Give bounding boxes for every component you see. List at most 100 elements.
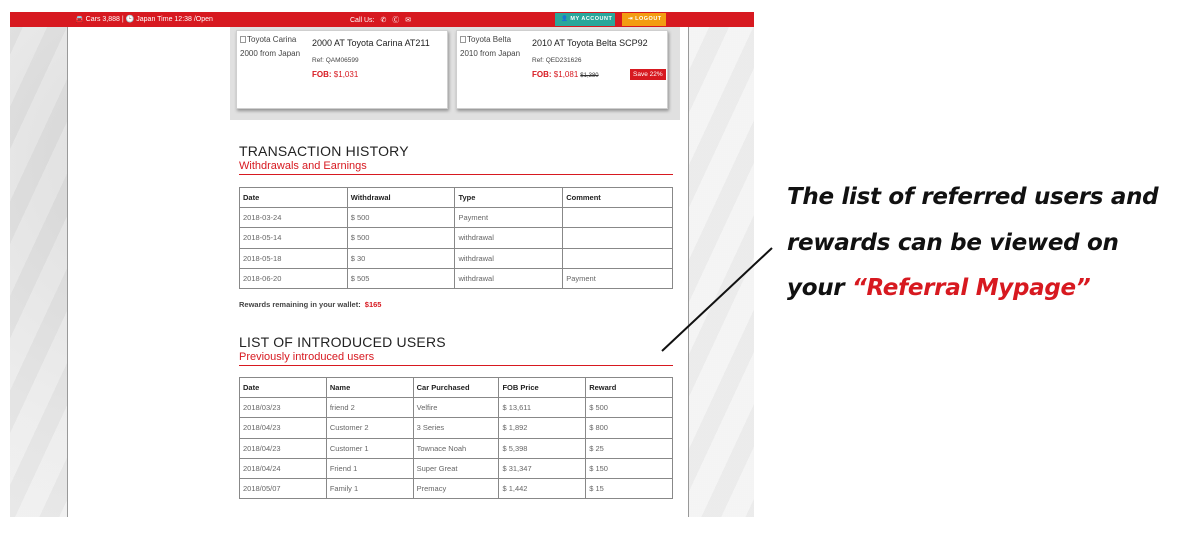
callout-prefix: your	[787, 275, 853, 301]
cell: Townace Noah	[412, 437, 500, 459]
cell: Payment	[454, 207, 564, 229]
cell: Premacy	[412, 477, 500, 500]
wallet-label: Rewards remaining in your wallet:	[239, 300, 361, 309]
vehicle-image[interactable]: Toyota Carina	[240, 34, 308, 45]
cell: $ 500	[585, 397, 673, 419]
table-row: 2018-05-18 $ 30 withdrawal	[239, 247, 673, 269]
cell: 2018/04/24	[239, 457, 327, 479]
vehicle-title[interactable]: 2000 AT Toyota Carina AT211	[312, 38, 430, 48]
table-row: 2018/04/24 Friend 1 Super Great $ 31,347 $ 1…	[239, 457, 673, 479]
cell: Payment	[562, 267, 673, 289]
stock-and-time-info: 🚘 Cars 3,888 | 🕒 Japan Time 12:38 /Open	[75, 16, 213, 23]
call-us-label: Call Us:	[350, 17, 375, 24]
wallet-balance: Rewards remaining in your wallet: $165	[239, 300, 381, 309]
cell	[562, 227, 673, 249]
cell: withdrawal	[454, 267, 564, 289]
cell: 3 Series	[412, 417, 500, 439]
wallet-amount: $165	[364, 300, 382, 309]
table-row: 2018/04/23 Customer 1 Townace Noah $ 5,398 $…	[239, 437, 673, 459]
cell	[562, 207, 673, 229]
cell: $ 500	[346, 207, 456, 229]
logout-button[interactable]: ⇥ LOGOUT	[622, 13, 666, 26]
fob-amount: $1,081	[553, 70, 579, 79]
callout-line-3: your “Referral Mypage”	[787, 275, 1091, 301]
cell: 2018-06-20	[239, 267, 348, 289]
introduced-users-title: LIST OF INTRODUCED USERS	[239, 334, 446, 350]
vehicle-image[interactable]: Toyota Belta	[460, 34, 528, 45]
main-content: Toyota Carina 2000 from Japan 2000 AT To…	[67, 27, 689, 517]
cell: Friend 1	[325, 457, 414, 479]
callout-pointer-line	[661, 247, 773, 352]
vehicle-ref: Ref: QED231626	[532, 57, 582, 64]
cell: $ 5,398	[498, 437, 587, 459]
cell: $ 30	[346, 247, 456, 269]
vehicle-fob-price: FOB: $1,031	[312, 70, 358, 79]
fob-label: FOB:	[532, 70, 552, 79]
vehicle-origin: 2010 from Japan	[460, 49, 521, 58]
vehicle-fob-price: FOB: $1,081 $1,380	[532, 70, 599, 79]
callout-line-1: The list of referred users and	[787, 184, 1159, 210]
column-header: Reward	[585, 376, 673, 399]
cell: Customer 1	[325, 437, 414, 459]
cell: $ 1,442	[498, 477, 587, 500]
column-header: Car Purchased	[412, 376, 500, 399]
column-header: Comment	[562, 186, 673, 209]
vehicle-card[interactable]: Toyota Belta 2010 from Japan 2010 AT Toy…	[456, 30, 668, 109]
column-header: Date	[239, 186, 348, 209]
column-header: Type	[454, 186, 564, 209]
my-account-button[interactable]: 👤 MY ACCOUNT	[555, 13, 615, 26]
table-row: 2018-03-24 $ 500 Payment	[239, 207, 673, 229]
column-header: FOB Price	[498, 376, 587, 399]
vehicle-title[interactable]: 2010 AT Toyota Belta SCP92	[532, 38, 648, 48]
cell: Customer 2	[325, 417, 414, 439]
cell: 2018/05/07	[239, 477, 327, 500]
cell: $ 15	[585, 477, 673, 500]
table-row: 2018/04/23 Customer 23 Series $ 1,892 $ 800	[239, 417, 673, 439]
table-header-row: Date Withdrawal Type Comment	[239, 186, 673, 209]
table-row: 2018-06-20 $ 505 withdrawal Payment	[239, 267, 673, 289]
cell: 2018-05-14	[239, 227, 348, 249]
top-bar: 🚘 Cars 3,888 | 🕒 Japan Time 12:38 /Open …	[10, 12, 754, 27]
vehicle-image-alt: Toyota Belta	[467, 35, 512, 44]
website-screenshot: 🚘 Cars 3,888 | 🕒 Japan Time 12:38 /Open …	[10, 12, 754, 517]
broken-image-icon	[240, 36, 246, 43]
column-header: Date	[239, 376, 327, 399]
table-row: 2018/03/23 friend 2 Velfire $ 13,611 $ 500	[239, 397, 673, 419]
table-header-row: Date Name Car Purchased FOB Price Reward	[239, 376, 673, 399]
cell: $ 505	[346, 267, 456, 289]
vehicle-card[interactable]: Toyota Carina 2000 from Japan 2000 AT To…	[236, 30, 448, 109]
cell: $ 800	[585, 417, 673, 439]
cell: Super Great	[412, 457, 500, 479]
vehicle-origin: 2000 from Japan	[240, 49, 301, 58]
cell: $ 500	[346, 227, 456, 249]
cell: friend 2	[325, 397, 414, 419]
vehicle-image-alt: Toyota Carina	[247, 35, 297, 44]
vehicle-cards: Toyota Carina 2000 from Japan 2000 AT To…	[230, 27, 680, 120]
old-price: $1,380	[580, 73, 599, 79]
cell: 2018/04/23	[239, 417, 327, 439]
transaction-table: Date Withdrawal Type Comment 2018-03-24 $…	[239, 186, 673, 289]
table-row: 2018-05-14 $ 500 withdrawal	[239, 227, 673, 249]
phone-icon[interactable]: ✆	[380, 17, 386, 24]
fob-label: FOB:	[312, 70, 332, 79]
cell: $ 150	[585, 457, 673, 479]
introduced-users-subtitle: Previously introduced users	[239, 351, 673, 366]
cell: 2018/03/23	[239, 397, 327, 419]
mail-icon[interactable]: ✉	[405, 17, 411, 24]
broken-image-icon	[460, 36, 466, 43]
cell: $ 1,892	[498, 417, 587, 439]
cell: 2018/04/23	[239, 437, 327, 459]
cell: withdrawal	[454, 227, 564, 249]
transaction-history-title: TRANSACTION HISTORY	[239, 143, 409, 159]
cell: 2018-05-18	[239, 247, 348, 269]
cell: withdrawal	[454, 247, 564, 269]
call-us: Call Us: ✆ Ⓒ ✉	[350, 15, 411, 25]
introduced-users-table: Date Name Car Purchased FOB Price Reward…	[239, 376, 673, 500]
cell: $ 31,347	[498, 457, 587, 479]
vehicle-ref: Ref: QAM06599	[312, 57, 359, 64]
column-header: Name	[325, 376, 414, 399]
cell: Family 1	[325, 477, 414, 500]
cell	[562, 247, 673, 269]
cell: 2018-03-24	[239, 207, 348, 229]
skype-icon[interactable]: Ⓒ	[392, 17, 399, 24]
